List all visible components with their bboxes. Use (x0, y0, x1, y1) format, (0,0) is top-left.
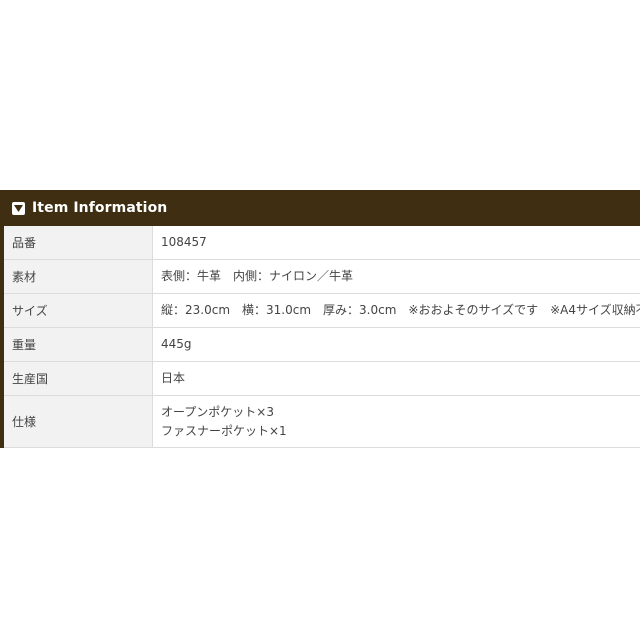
triangle-down-icon-glyph (14, 204, 23, 212)
item-information-panel: Item Information 品番 108457 素材 表側：牛革 内側：ナ… (0, 190, 640, 448)
table-row-weight: 重量 445g (4, 328, 640, 362)
row-label: 重量 (4, 328, 153, 361)
row-value-line: 縦：23.0cm 横：31.0cm 厚み：3.0cm ※おおよそのサイズです ※… (161, 303, 640, 317)
table-row-size: サイズ 縦：23.0cm 横：31.0cm 厚み：3.0cm ※おおよそのサイズ… (4, 294, 640, 328)
section-header[interactable]: Item Information (0, 190, 640, 226)
row-value-line: オープンポケット×3 (161, 404, 274, 419)
row-label: サイズ (4, 294, 153, 327)
row-label: 仕様 (4, 396, 153, 447)
row-label: 素材 (4, 260, 153, 293)
row-value: 縦：23.0cm 横：31.0cm 厚み：3.0cm ※おおよそのサイズです ※… (153, 294, 640, 327)
table-row-product-number: 品番 108457 (4, 226, 640, 260)
section-title: Item Information (32, 200, 168, 216)
item-spec-table: 品番 108457 素材 表側：牛革 内側：ナイロン／牛革 サイズ 縦：23.0… (0, 226, 640, 448)
row-value: オープンポケット×3 ファスナーポケット×1 (153, 396, 640, 447)
triangle-down-icon[interactable] (12, 201, 25, 215)
row-label: 生産国 (4, 362, 153, 395)
row-value: 108457 (153, 226, 640, 259)
table-row-specification: 仕様 オープンポケット×3 ファスナーポケット×1 (4, 396, 640, 448)
row-value-line: 108457 (161, 235, 207, 249)
row-value: 表側：牛革 内側：ナイロン／牛革 (153, 260, 640, 293)
row-value-line: 日本 (161, 371, 186, 385)
row-value: 日本 (153, 362, 640, 395)
row-value-line: 445g (161, 337, 192, 351)
table-row-material: 素材 表側：牛革 内側：ナイロン／牛革 (4, 260, 640, 294)
table-row-country: 生産国 日本 (4, 362, 640, 396)
row-value: 445g (153, 328, 640, 361)
row-label: 品番 (4, 226, 153, 259)
row-value-line: 表側：牛革 内側：ナイロン／牛革 (161, 269, 354, 283)
row-value-line: ファスナーポケット×1 (161, 423, 287, 438)
